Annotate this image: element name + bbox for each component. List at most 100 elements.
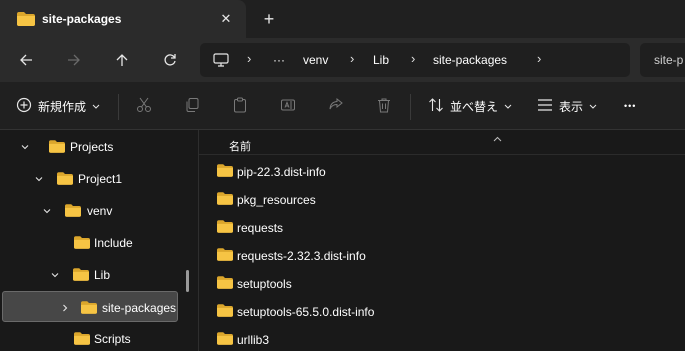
- delete-button[interactable]: [376, 94, 392, 118]
- paste-button[interactable]: [232, 94, 248, 118]
- sort-button-label: 並べ替え: [450, 99, 499, 114]
- tree-item-label: Include: [94, 236, 133, 250]
- rename-icon: [280, 97, 296, 116]
- rename-button[interactable]: [280, 94, 296, 118]
- folder-icon: [65, 204, 81, 220]
- navigation-pane: Projects Project1 venv Include Lib site-…: [0, 130, 198, 351]
- trash-icon: [376, 97, 392, 116]
- sort-arrows-icon: [428, 97, 444, 116]
- new-tab-icon[interactable]: +: [259, 9, 279, 29]
- plus-circle-icon: [16, 97, 32, 116]
- new-button-label: 新規作成: [38, 99, 87, 114]
- back-arrow-icon[interactable]: [14, 48, 38, 72]
- command-bar: 新規作成 並べ替え 表示 •••: [0, 82, 685, 130]
- chevron-right-icon[interactable]: [60, 302, 70, 312]
- tree-item-label: Lib: [94, 268, 111, 282]
- tab-site-packages[interactable]: site-packages ✕: [0, 0, 246, 38]
- tree-item-scripts[interactable]: Scripts: [0, 324, 185, 351]
- breadcrumb-venv[interactable]: venv: [303, 53, 328, 67]
- tree-item-include[interactable]: Include: [0, 228, 185, 256]
- sort-button[interactable]: 並べ替え: [428, 94, 512, 118]
- chevron-right-icon: ›: [350, 51, 355, 66]
- address-bar[interactable]: › ··· venv › Lib › site-packages ›: [200, 43, 630, 77]
- file-list: 名前 pip-22.3.dist-info pkg_resources requ…: [199, 130, 685, 351]
- file-name: setuptools-65.5.0.dist-info: [237, 305, 375, 319]
- folder-icon: [73, 268, 89, 284]
- new-button[interactable]: 新規作成: [16, 94, 100, 118]
- folder-icon: [217, 192, 233, 208]
- chevron-down-icon[interactable]: [50, 269, 60, 279]
- sort-caret-icon: [493, 131, 502, 145]
- chevron-down-icon: [589, 99, 597, 113]
- list-item[interactable]: requests-2.32.3.dist-info: [199, 241, 499, 269]
- file-name: requests: [237, 221, 284, 235]
- view-button-label: 表示: [559, 99, 584, 114]
- copy-icon: [184, 97, 200, 116]
- close-tab-icon[interactable]: ✕: [216, 9, 236, 29]
- list-item[interactable]: pip-22.3.dist-info: [199, 157, 499, 185]
- more-options-icon[interactable]: •••: [624, 94, 636, 118]
- chevron-right-icon: ›: [247, 51, 252, 66]
- chevron-down-icon[interactable]: [42, 205, 52, 215]
- tree-item-label: Projects: [70, 140, 114, 154]
- folder-icon: [81, 301, 97, 317]
- list-item[interactable]: pkg_resources: [199, 185, 499, 213]
- breadcrumb-lib[interactable]: Lib: [373, 53, 389, 67]
- file-name: pip-22.3.dist-info: [237, 165, 326, 179]
- breadcrumb-overflow[interactable]: ···: [273, 53, 285, 67]
- folder-icon: [217, 332, 233, 348]
- file-name: urllib3: [237, 333, 270, 347]
- folder-icon: [74, 332, 90, 348]
- sidebar-scrollbar[interactable]: [186, 270, 189, 292]
- divider: [410, 94, 411, 120]
- view-button[interactable]: 表示: [537, 94, 597, 118]
- divider: [118, 94, 119, 120]
- tree-item-label: Project1: [78, 172, 123, 186]
- tree-item-label: venv: [87, 204, 113, 218]
- folder-icon: [49, 140, 65, 156]
- chevron-right-icon: ›: [537, 51, 542, 66]
- folder-icon: [217, 276, 233, 292]
- folder-icon: [74, 236, 90, 252]
- folder-icon: [217, 164, 233, 180]
- forward-arrow-icon[interactable]: [62, 48, 86, 72]
- up-arrow-icon[interactable]: [110, 48, 134, 72]
- column-header-name[interactable]: 名前: [229, 138, 251, 154]
- share-icon: [328, 97, 344, 116]
- tab-bar: site-packages ✕ +: [0, 0, 685, 38]
- search-box[interactable]: site-p: [640, 43, 685, 77]
- tree-item-projects[interactable]: Projects: [0, 132, 185, 160]
- tree-item-lib[interactable]: Lib: [0, 260, 185, 288]
- list-item[interactable]: urllib3: [199, 325, 499, 351]
- copy-button[interactable]: [184, 94, 200, 118]
- chevron-down-icon[interactable]: [34, 173, 44, 183]
- search-placeholder: site-p: [654, 53, 684, 67]
- chevron-right-icon: ›: [411, 51, 416, 66]
- computer-icon: [213, 53, 229, 70]
- tree-item-project1[interactable]: Project1: [0, 164, 185, 192]
- header-divider: [199, 154, 685, 155]
- refresh-icon[interactable]: [158, 48, 182, 72]
- chevron-down-icon[interactable]: [20, 141, 30, 151]
- list-item[interactable]: setuptools-65.5.0.dist-info: [199, 297, 499, 325]
- folder-icon: [217, 220, 233, 236]
- list-item[interactable]: setuptools: [199, 269, 499, 297]
- tree-item-venv[interactable]: venv: [0, 196, 185, 224]
- cut-button[interactable]: [136, 94, 152, 118]
- file-name: setuptools: [237, 277, 292, 291]
- clipboard-icon: [232, 97, 248, 116]
- tree-item-label: Scripts: [94, 332, 131, 346]
- tab-title: site-packages: [42, 12, 122, 26]
- file-name: pkg_resources: [237, 193, 316, 207]
- file-name: requests-2.32.3.dist-info: [237, 249, 366, 263]
- share-button[interactable]: [328, 94, 344, 118]
- folder-icon: [217, 248, 233, 264]
- scissors-icon: [136, 97, 152, 116]
- tree-item-label: site-packages: [102, 301, 177, 315]
- folder-icon: [57, 172, 73, 188]
- folder-icon: [217, 304, 233, 320]
- breadcrumb-site-packages[interactable]: site-packages: [433, 53, 507, 67]
- tree-item-site-packages[interactable]: site-packages: [2, 291, 178, 322]
- view-lines-icon: [537, 98, 553, 115]
- list-item[interactable]: requests: [199, 213, 499, 241]
